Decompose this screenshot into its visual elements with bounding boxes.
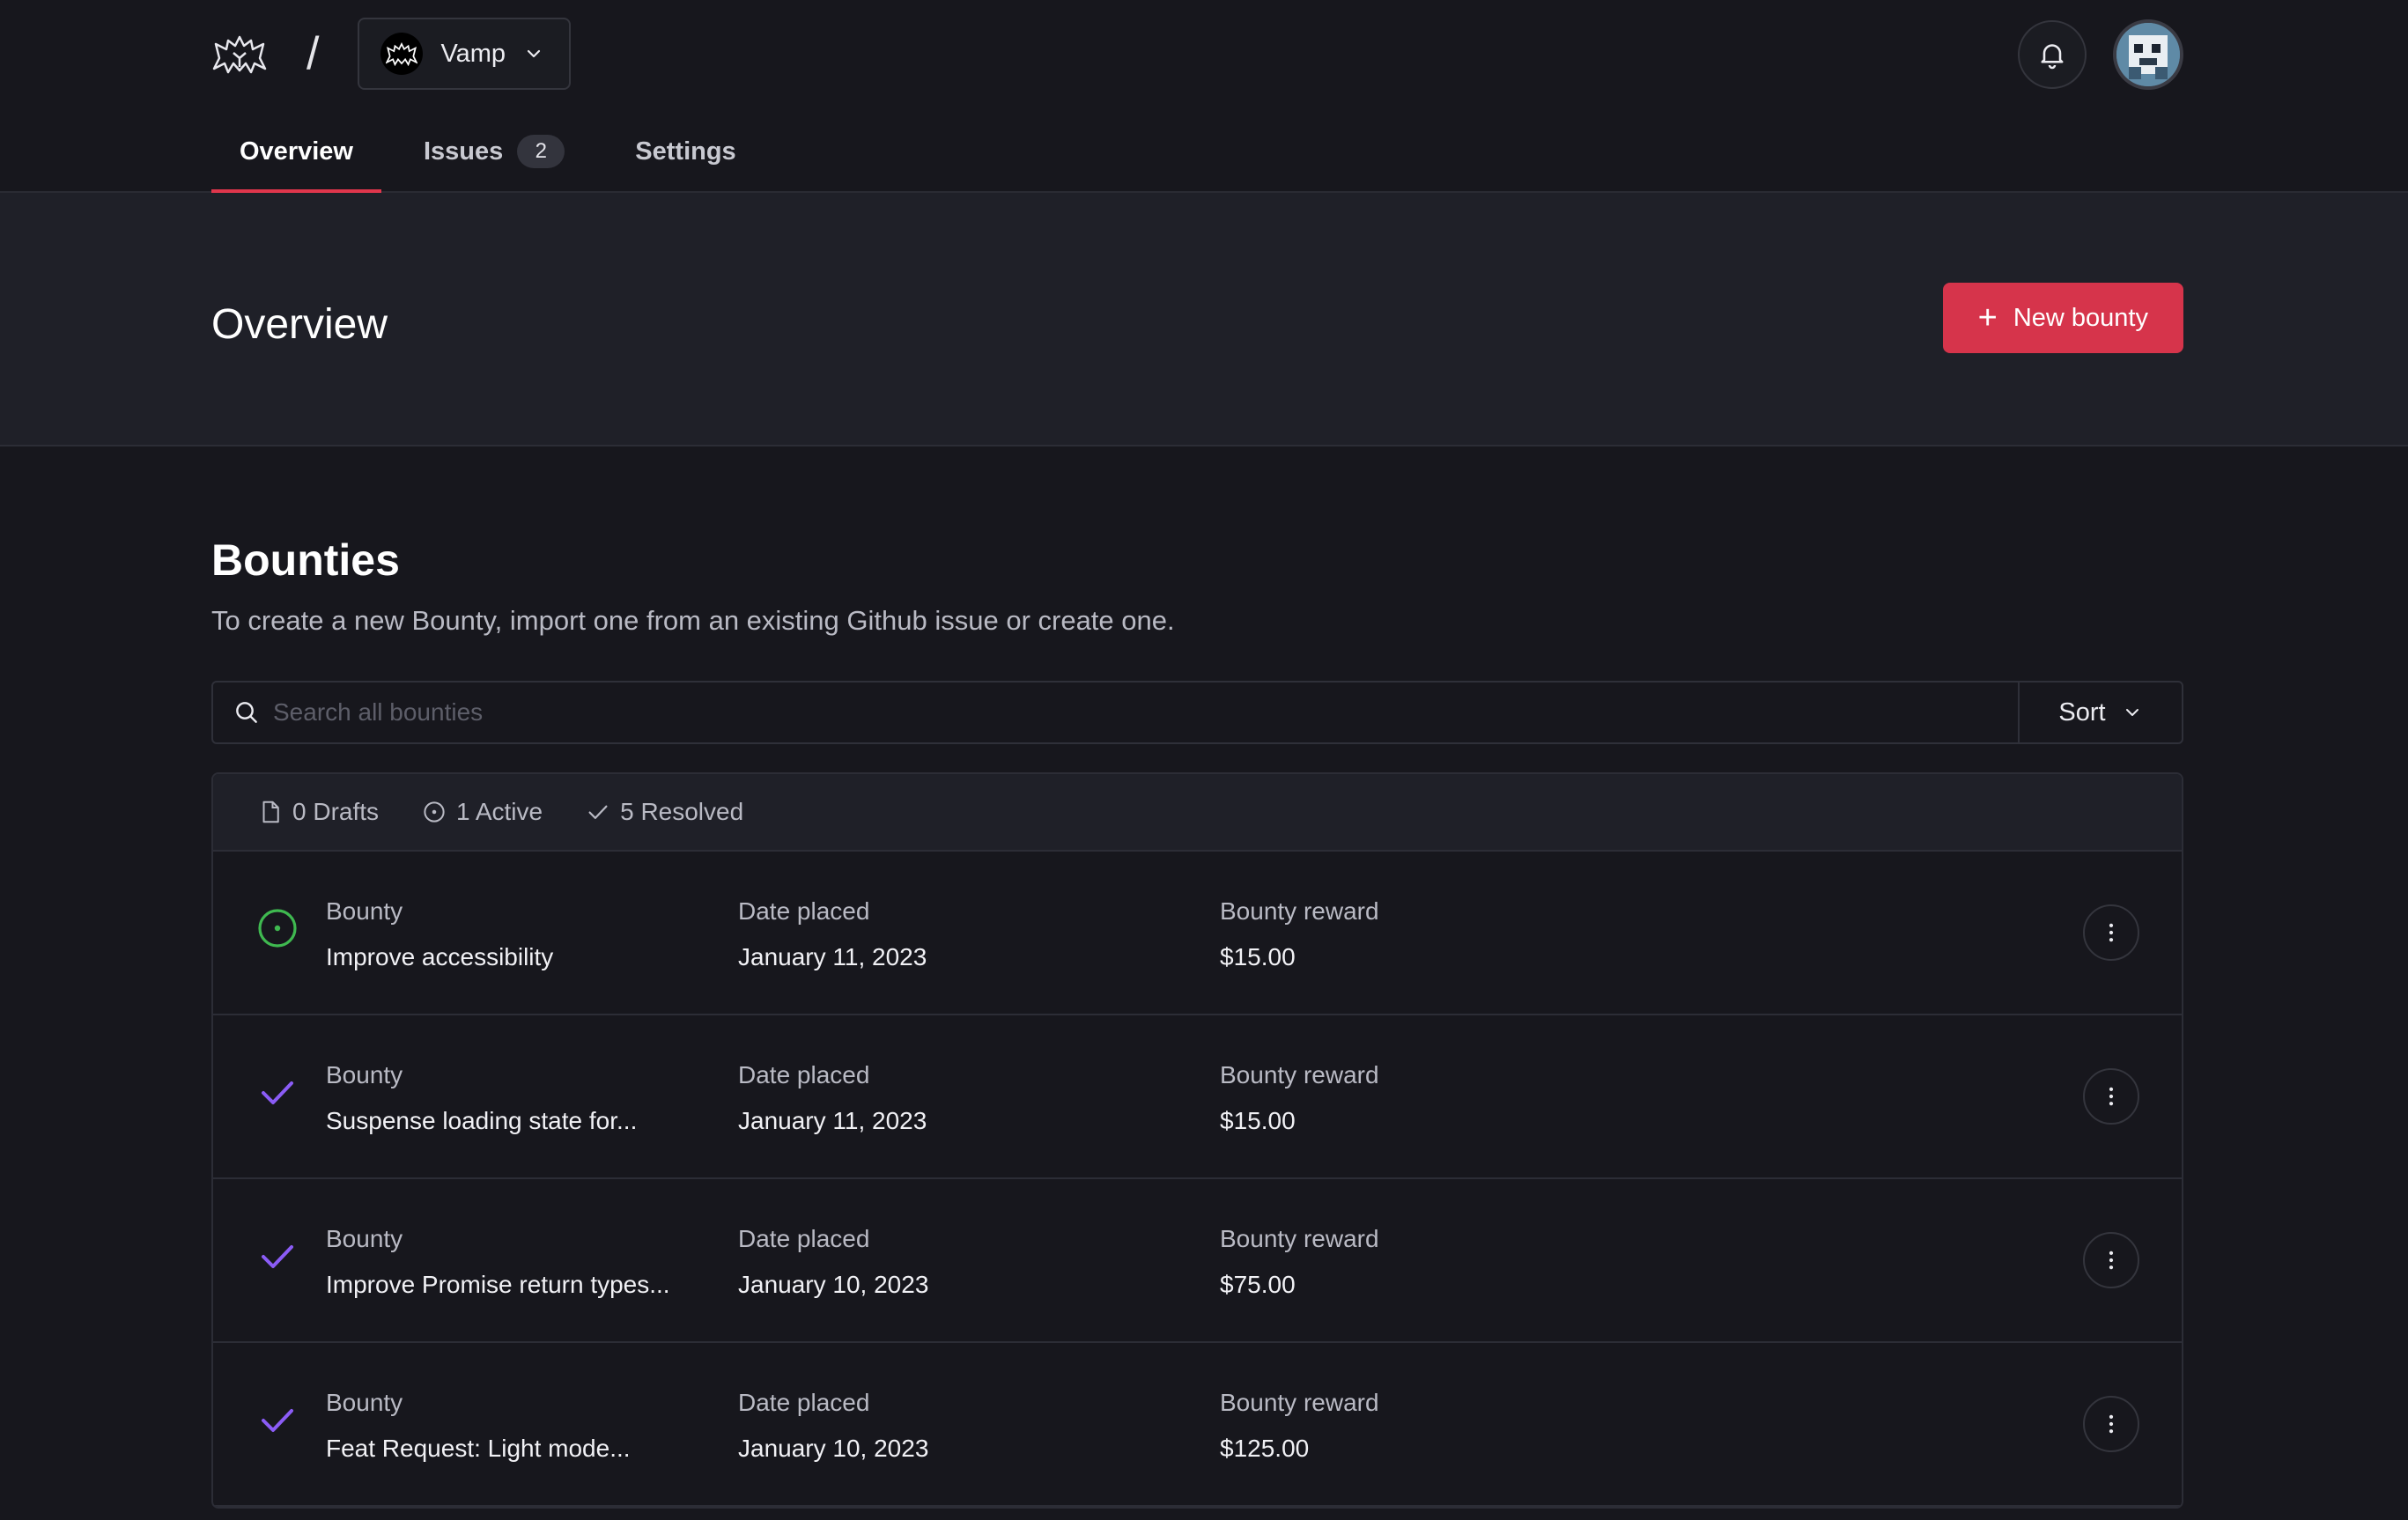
bounty-reward-cell: Bounty reward $15.00: [1220, 897, 1379, 971]
bounty-reward-value: $15.00: [1220, 1107, 1296, 1134]
bounty-title-cell: Bounty Feat Request: Light mode...: [326, 1389, 631, 1463]
filter-drafts[interactable]: 0 Drafts: [257, 798, 379, 826]
bounties-section: Bounties To create a new Bounty, import …: [0, 535, 2408, 1509]
bell-icon: [2041, 44, 2064, 70]
tab-settings[interactable]: Settings: [607, 112, 764, 191]
date-placed-cell: Date placed January 11, 2023: [738, 1061, 927, 1135]
new-bounty-button[interactable]: + New bounty: [1942, 283, 2183, 353]
top-navigation: / Vamp Overview Issues 2 Settings: [0, 0, 2408, 193]
date-placed-label: Date placed: [738, 897, 870, 925]
bounty-title-cell: Bounty Suspense loading state for...: [326, 1061, 637, 1135]
org-avatar: [380, 33, 424, 75]
date-placed-label: Date placed: [738, 1061, 870, 1088]
filter-resolved-label: 5 Resolved: [620, 798, 744, 825]
resolved-check-icon: [255, 1398, 299, 1442]
bounty-reward-cell: Bounty reward $15.00: [1220, 1061, 1379, 1135]
date-placed-label: Date placed: [738, 1225, 870, 1252]
date-placed-cell: Date placed January 11, 2023: [738, 897, 927, 971]
filter-active[interactable]: 1 Active: [421, 798, 543, 826]
bounty-row[interactable]: Bounty Feat Request: Light mode... Date …: [213, 1343, 2182, 1507]
bounty-title: Improve accessibility: [326, 943, 554, 970]
issues-count-badge: 2: [517, 135, 565, 168]
date-placed-value: January 10, 2023: [738, 1271, 929, 1298]
bounty-reward-cell: Bounty reward $125.00: [1220, 1389, 1379, 1463]
top-right-actions: [2018, 19, 2183, 90]
status-filter-bar: 0 Drafts 1 Active 5 Resolved: [213, 774, 2182, 852]
bounty-reward-value: $15.00: [1220, 943, 1296, 970]
page-title: Overview: [211, 301, 388, 348]
bounty-title-label: Bounty: [326, 897, 403, 925]
bounty-reward-label: Bounty reward: [1220, 1225, 1379, 1252]
filter-active-label: 1 Active: [456, 798, 543, 825]
more-vertical-icon: [2109, 1251, 2114, 1270]
search-icon: [236, 702, 257, 723]
bounty-title: Suspense loading state for...: [326, 1107, 638, 1134]
bounty-row[interactable]: Bounty Suspense loading state for... Dat…: [213, 1015, 2182, 1179]
search-box: [213, 683, 2018, 742]
date-placed-value: January 11, 2023: [738, 1107, 927, 1134]
resolved-check-icon: [255, 1070, 299, 1114]
active-circle-icon: [424, 801, 445, 823]
filter-resolved[interactable]: 5 Resolved: [585, 798, 743, 826]
date-placed-value: January 11, 2023: [738, 943, 927, 970]
more-options-button[interactable]: [2083, 1396, 2139, 1452]
tab-overview-label: Overview: [240, 137, 353, 166]
bounty-reward-cell: Bounty reward $75.00: [1220, 1225, 1379, 1299]
plus-icon: +: [1977, 299, 1998, 336]
more-options-button[interactable]: [2083, 1232, 2139, 1288]
bounty-row[interactable]: Bounty Improve Promise return types... D…: [213, 1179, 2182, 1343]
bounty-list: 0 Drafts 1 Active 5 Resolved Bounty Impr…: [211, 772, 2183, 1509]
sort-label: Sort: [2058, 697, 2106, 727]
bounty-reward-label: Bounty reward: [1220, 1389, 1379, 1416]
polar-logo-icon[interactable]: [211, 32, 268, 76]
date-placed-label: Date placed: [738, 1389, 870, 1416]
brand-row: / Vamp: [211, 18, 572, 90]
chevron-down-icon: [527, 49, 541, 58]
tab-overview[interactable]: Overview: [211, 112, 381, 193]
more-options-button[interactable]: [2083, 904, 2139, 961]
more-vertical-icon: [2109, 1087, 2114, 1106]
breadcrumb-separator: /: [307, 28, 320, 79]
section-description: To create a new Bounty, import one from …: [211, 605, 1175, 636]
tab-issues-label: Issues: [423, 137, 504, 166]
tab-issues[interactable]: Issues 2: [395, 112, 593, 191]
tab-settings-label: Settings: [635, 137, 736, 166]
bounty-title-label: Bounty: [326, 1389, 403, 1416]
user-avatar[interactable]: [2113, 19, 2183, 90]
date-placed-cell: Date placed January 10, 2023: [738, 1225, 928, 1299]
bounty-row[interactable]: Bounty Improve accessibility Date placed…: [213, 852, 2182, 1015]
more-options-button[interactable]: [2083, 1068, 2139, 1125]
bounty-reward-value: $75.00: [1220, 1271, 1296, 1298]
section-title: Bounties: [211, 535, 400, 585]
page-header: Overview + New bounty: [0, 193, 2408, 446]
bounty-title: Improve Promise return types...: [326, 1271, 670, 1298]
org-name: Vamp: [440, 39, 506, 68]
date-placed-cell: Date placed January 10, 2023: [738, 1389, 928, 1463]
organization-selector[interactable]: Vamp: [358, 18, 572, 90]
tab-bar: Overview Issues 2 Settings: [211, 112, 765, 193]
bounty-reward-label: Bounty reward: [1220, 897, 1379, 925]
sort-dropdown[interactable]: Sort: [2018, 683, 2182, 742]
more-vertical-icon: [2109, 923, 2114, 942]
active-status-icon: [255, 906, 299, 950]
bounty-title-label: Bounty: [326, 1225, 403, 1252]
bounty-reward-value: $125.00: [1220, 1435, 1310, 1462]
check-icon: [588, 805, 608, 819]
bounty-title-cell: Bounty Improve accessibility: [326, 897, 553, 971]
document-icon: [262, 801, 279, 823]
search-input[interactable]: [273, 698, 1998, 727]
bounty-title-label: Bounty: [326, 1061, 403, 1088]
bounty-title-cell: Bounty Improve Promise return types...: [326, 1225, 670, 1299]
search-bar: Sort: [211, 681, 2183, 744]
date-placed-value: January 10, 2023: [738, 1435, 929, 1462]
chevron-down-icon: [2125, 709, 2138, 716]
new-bounty-label: New bounty: [2013, 303, 2148, 332]
filter-drafts-label: 0 Drafts: [292, 798, 380, 825]
notifications-button[interactable]: [2018, 20, 2087, 89]
bounty-reward-label: Bounty reward: [1220, 1061, 1379, 1088]
bounty-title: Feat Request: Light mode...: [326, 1435, 631, 1462]
more-vertical-icon: [2109, 1414, 2114, 1434]
resolved-check-icon: [255, 1234, 299, 1278]
